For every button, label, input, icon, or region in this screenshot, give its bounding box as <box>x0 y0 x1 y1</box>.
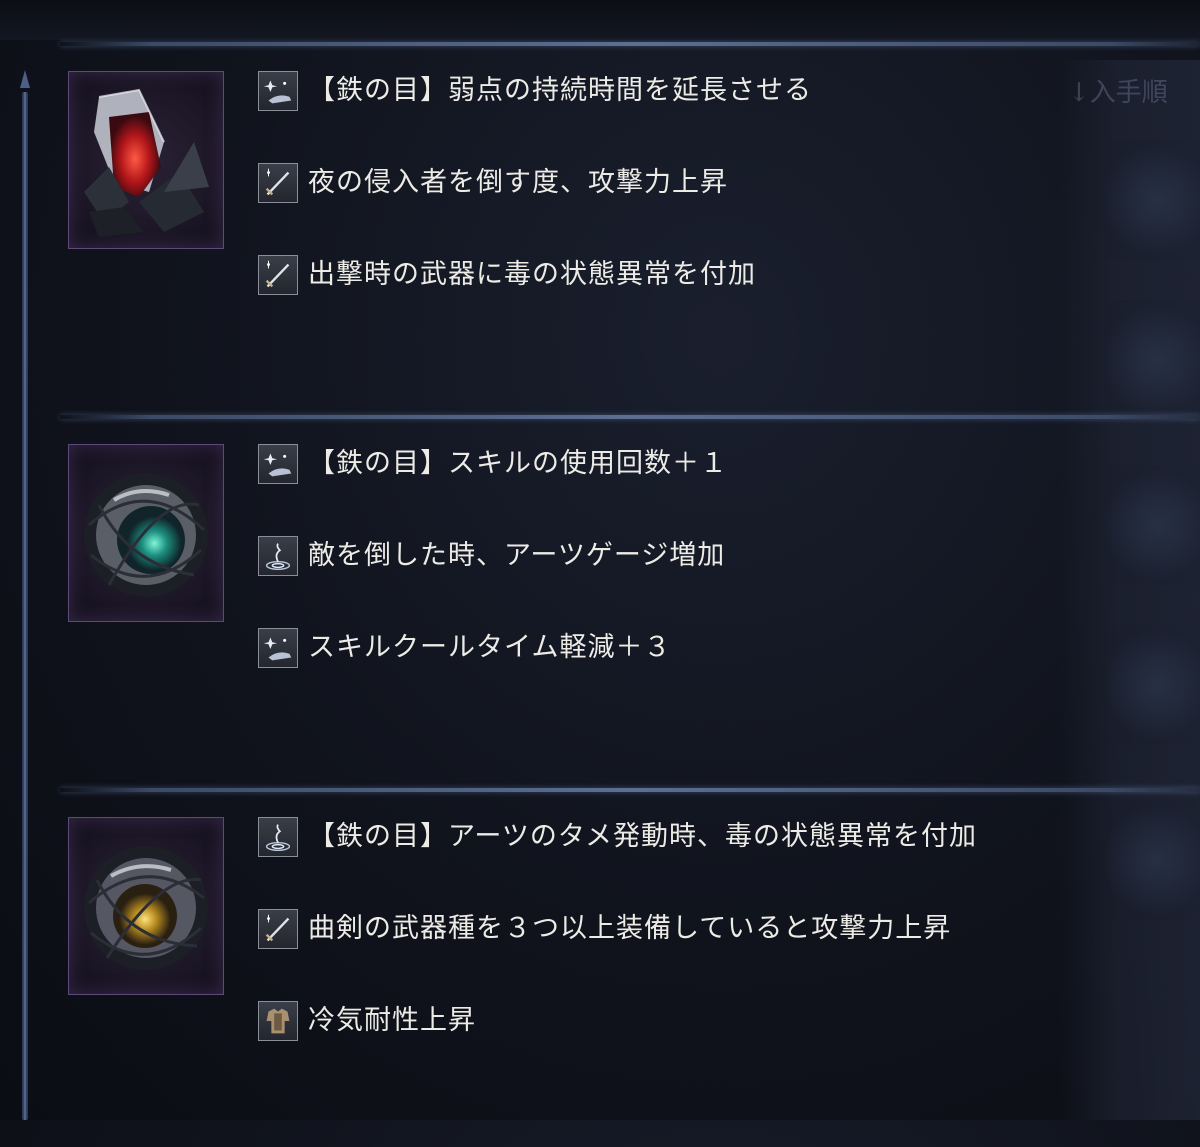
red-crystal-icon <box>84 88 209 237</box>
relic-effect-text: 曲剣の武器種を３つ以上装備していると攻撃力上昇 <box>308 913 952 944</box>
relic-image-teal-orb <box>68 444 224 622</box>
relic-card-3[interactable] <box>0 817 1200 1147</box>
armor-icon <box>258 1001 298 1041</box>
relic-effect-text: 夜の侵入者を倒す度、攻撃力上昇 <box>308 167 728 198</box>
relic-image-red-crystal <box>68 71 224 249</box>
sword-icon <box>258 163 298 203</box>
top-band <box>0 0 1200 40</box>
relic-card-2[interactable] <box>0 444 1200 774</box>
yellow-orb-icon <box>84 846 208 970</box>
teal-orb-icon <box>84 473 208 597</box>
section-divider <box>60 788 1200 792</box>
arts-ripple-icon <box>258 817 298 857</box>
section-divider <box>60 415 1200 419</box>
relic-effect-text: 出撃時の武器に毒の状態異常を付加 <box>308 259 756 290</box>
relic-effect-text: 敵を倒した時、アーツゲージ増加 <box>308 540 726 571</box>
relic-card-1[interactable] <box>0 71 1200 401</box>
sword-icon <box>258 255 298 295</box>
skill-spark-icon <box>258 628 298 668</box>
relic-effect-text: 【鉄の目】弱点の持続時間を延長させる <box>308 75 812 106</box>
relic-image-yellow-orb <box>68 817 224 995</box>
arts-ripple-icon <box>258 536 298 576</box>
skill-spark-icon <box>258 444 298 484</box>
sword-icon <box>258 909 298 949</box>
section-divider <box>60 42 1200 46</box>
relic-effect-text: 【鉄の目】スキルの使用回数＋１ <box>308 448 728 479</box>
relic-effect-text: 冷気耐性上昇 <box>308 1005 476 1036</box>
relic-effect-text: 【鉄の目】アーツのタメ発動時、毒の状態異常を付加 <box>308 821 978 852</box>
skill-spark-icon <box>258 71 298 111</box>
relic-effect-text: スキルクールタイム軽減＋３ <box>308 632 672 663</box>
